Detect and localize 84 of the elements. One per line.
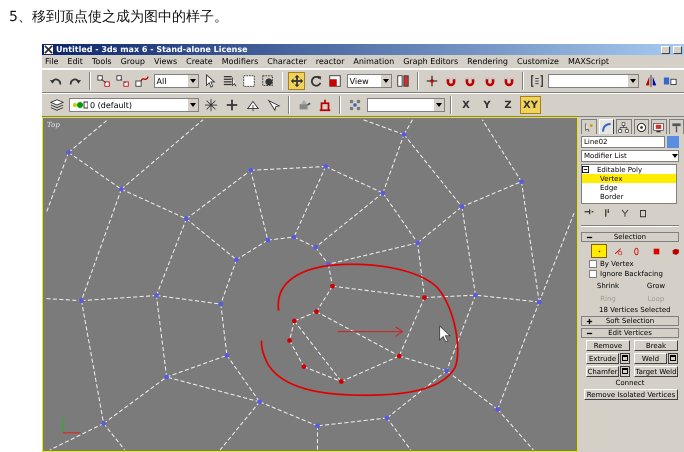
wheel-icon xyxy=(636,122,647,132)
app-icon xyxy=(44,45,53,54)
panel-tab[interactable] xyxy=(616,119,632,134)
minimize-button[interactable] xyxy=(661,46,670,54)
unlink-icon[interactable] xyxy=(116,74,130,88)
caret-icon xyxy=(436,103,442,107)
sparkle-icon[interactable] xyxy=(204,98,218,112)
split-square-icon[interactable] xyxy=(396,74,410,88)
checkbox[interactable] xyxy=(589,260,597,268)
menu-item[interactable]: Views xyxy=(154,57,178,66)
caret-icon xyxy=(190,79,196,83)
menu-item[interactable]: Group xyxy=(120,57,145,66)
layers-icon[interactable] xyxy=(50,98,64,112)
menu-item[interactable]: Character xyxy=(267,57,307,66)
plus-icon xyxy=(586,318,593,324)
bind-icon[interactable] xyxy=(135,74,150,88)
dashed-square-icon[interactable] xyxy=(242,74,256,88)
maximize-button[interactable] xyxy=(673,46,682,54)
scale-icon[interactable] xyxy=(328,74,342,88)
dashed-square-icon[interactable] xyxy=(261,74,276,88)
panel-tab[interactable] xyxy=(581,119,596,134)
annotation-arrow xyxy=(337,326,404,337)
dropdown-field[interactable] xyxy=(548,74,640,88)
bar-icon[interactable] xyxy=(602,208,612,218)
menu-item[interactable]: Animation xyxy=(353,57,394,66)
checkbox[interactable] xyxy=(589,270,597,278)
render-icon[interactable] xyxy=(318,98,332,112)
dropdown-field[interactable]: 0 (default) xyxy=(69,98,199,112)
manipulator-icon[interactable] xyxy=(424,74,439,88)
caret-icon xyxy=(383,79,390,83)
dropdown-field[interactable]: View xyxy=(346,74,392,88)
caret-icon xyxy=(630,79,636,83)
axis-tripod-icon xyxy=(62,417,80,434)
collapse-icon[interactable] xyxy=(582,166,589,173)
bent-pipe-icon xyxy=(600,122,612,132)
axis-button[interactable]: X xyxy=(457,96,475,114)
object-color-swatch[interactable] xyxy=(667,136,679,148)
dropdown-field[interactable]: All xyxy=(154,74,200,88)
panel-tab[interactable] xyxy=(651,119,666,134)
settings-button[interactable] xyxy=(620,353,630,364)
brackets-icon[interactable] xyxy=(530,74,544,88)
menu-item[interactable]: Modifiers xyxy=(222,57,258,66)
hammer-icon xyxy=(670,122,682,132)
mouse-cursor-icon xyxy=(439,325,451,342)
mirror-icon[interactable] xyxy=(644,74,658,88)
settings-button[interactable] xyxy=(668,353,678,364)
menu-item[interactable]: Customize xyxy=(516,57,559,66)
settings-button[interactable] xyxy=(620,366,630,377)
caret-icon xyxy=(672,154,678,158)
dots-icon[interactable] xyxy=(348,98,362,112)
dropdown-field[interactable] xyxy=(367,98,445,112)
axis-button[interactable]: XY xyxy=(520,96,541,114)
panel-tab[interactable] xyxy=(634,119,649,134)
pointer-star-icon xyxy=(583,122,594,132)
layer-status-icon xyxy=(72,101,88,109)
menu-item[interactable]: Create xyxy=(186,57,213,66)
link-icon[interactable] xyxy=(96,74,111,88)
window-title: Untitled - 3ds max 6 - Stand-alone License xyxy=(56,45,249,54)
axis-button[interactable]: Y xyxy=(478,96,496,114)
fork-icon[interactable] xyxy=(620,208,630,218)
rotate-icon[interactable] xyxy=(309,74,324,88)
caret-icon xyxy=(190,103,196,107)
cube-icon xyxy=(670,246,680,256)
sub-object-level-button[interactable] xyxy=(591,244,607,258)
cursor-icon[interactable] xyxy=(203,74,218,88)
plus-icon[interactable] xyxy=(225,98,239,112)
menu-item[interactable]: MAXScript xyxy=(568,57,610,66)
step-instruction: 5、移到顶点使之成为图中的样子。 xyxy=(9,8,228,26)
teapot-icon[interactable] xyxy=(297,98,311,112)
menu-item[interactable]: File xyxy=(45,57,58,66)
menu-item[interactable]: Tools xyxy=(92,57,112,66)
menu-item[interactable]: Graph Editors xyxy=(403,57,458,66)
monitor-icon xyxy=(653,122,664,132)
menu-item[interactable]: Edit xyxy=(67,57,83,66)
menu-item[interactable]: reactor xyxy=(316,57,344,66)
filled-square-icon xyxy=(652,246,660,256)
axis-button[interactable]: Z xyxy=(499,96,517,114)
border-loop-icon xyxy=(632,246,642,256)
hierarchy-icon xyxy=(618,122,630,132)
list-icon[interactable] xyxy=(222,74,237,88)
active-tool-button[interactable] xyxy=(288,72,305,90)
edge-icon xyxy=(614,246,622,256)
move-icon xyxy=(290,74,304,88)
menu-item[interactable]: Rendering xyxy=(467,57,508,66)
